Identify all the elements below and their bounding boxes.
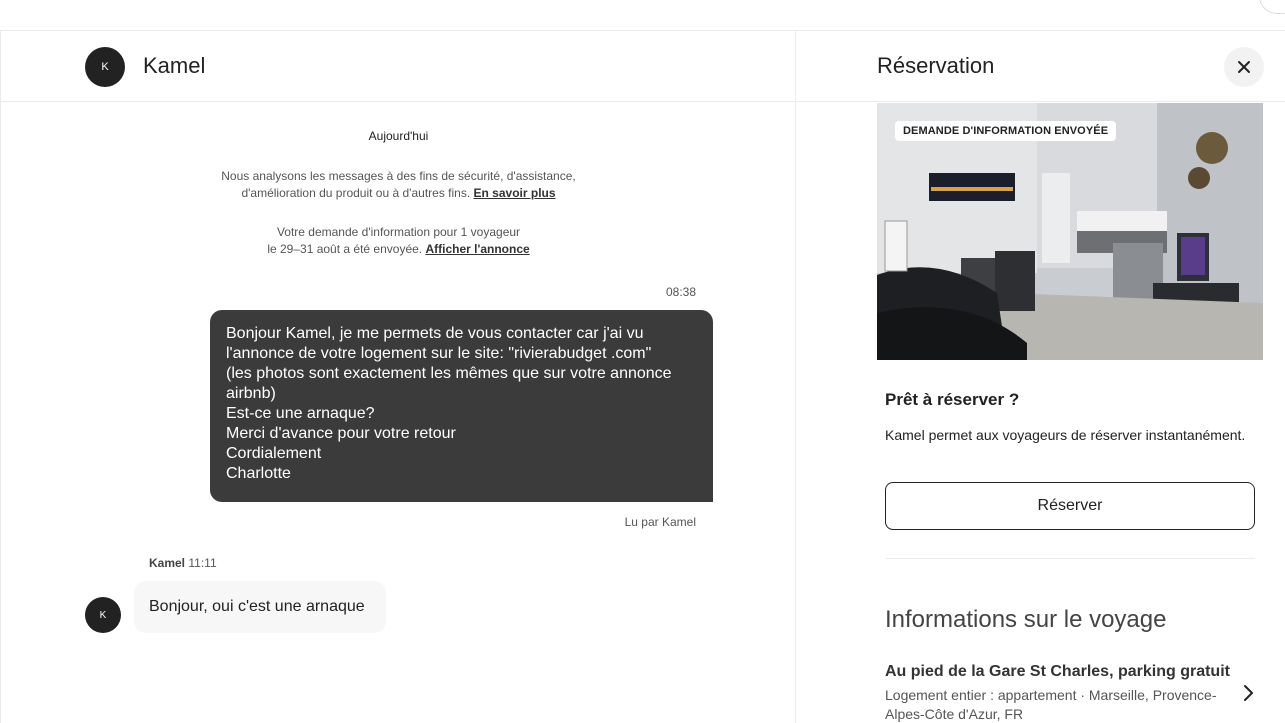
listing-photo[interactable]: DEMANDE D'INFORMATION ENVOYÉE bbox=[877, 103, 1263, 360]
day-separator: Aujourd'hui bbox=[368, 129, 429, 143]
request-notice-line1: Votre demande d'information pour 1 voyag… bbox=[276, 225, 521, 239]
account-menu-edge[interactable] bbox=[1259, 0, 1285, 14]
listing-subtitle: Logement entier : appartement · Marseill… bbox=[885, 687, 1217, 722]
close-button[interactable] bbox=[1224, 47, 1264, 87]
trip-info-title: Informations sur le voyage bbox=[885, 606, 1167, 633]
privacy-notice: Nous analysons les messages à des fins d… bbox=[1, 168, 796, 202]
sender-avatar[interactable]: K bbox=[85, 597, 121, 633]
conversation-header: K Kamel bbox=[1, 31, 796, 102]
privacy-notice-text: d'amélioration du produit ou à d'autres … bbox=[241, 186, 471, 200]
sender-avatar-initial: K bbox=[99, 609, 107, 621]
outgoing-message-time: 08:38 bbox=[665, 285, 696, 299]
request-notice-text: le 29–31 août a été envoyée. bbox=[267, 242, 423, 256]
avatar[interactable]: K bbox=[85, 47, 125, 87]
top-bar bbox=[0, 0, 1285, 31]
view-listing-link[interactable]: Afficher l'annonce bbox=[425, 242, 529, 256]
outgoing-message-bubble: Bonjour Kamel, je me permets de vous con… bbox=[210, 310, 713, 502]
apartment-interior-image bbox=[877, 103, 1263, 360]
conversation-pane: K Kamel Aujourd'hui Nous analysons les m… bbox=[0, 31, 796, 723]
incoming-message-bubble: Bonjour, oui c'est une arnaque bbox=[134, 581, 386, 633]
reserve-button[interactable]: Réserver bbox=[885, 482, 1255, 530]
request-notice: Votre demande d'information pour 1 voyag… bbox=[1, 224, 796, 258]
close-icon bbox=[1238, 61, 1250, 73]
chevron-right-icon bbox=[1244, 685, 1253, 701]
privacy-notice-line2: d'amélioration du produit ou à d'autres … bbox=[1, 185, 796, 202]
ready-to-book-title: Prêt à réserver ? bbox=[885, 390, 1020, 409]
avatar-initial: K bbox=[101, 61, 109, 73]
contact-name: Kamel bbox=[143, 53, 206, 78]
listing-title[interactable]: Au pied de la Gare St Charles, parking g… bbox=[885, 663, 1230, 681]
reservation-panel: Réservation DEMANDE D'INFORMATION ENVOYÉ… bbox=[796, 31, 1285, 723]
privacy-notice-line1: Nous analysons les messages à des fins d… bbox=[221, 169, 576, 183]
instant-book-description: Kamel permet aux voyageurs de réserver i… bbox=[885, 427, 1246, 443]
incoming-message-time: 11:11 bbox=[188, 556, 217, 570]
read-receipt: Lu par Kamel bbox=[624, 515, 696, 529]
request-status-badge: DEMANDE D'INFORMATION ENVOYÉE bbox=[895, 121, 1117, 141]
listing-chevron-button[interactable] bbox=[1236, 681, 1260, 705]
incoming-message-meta: Kamel 11:11 bbox=[149, 556, 217, 570]
section-divider bbox=[885, 558, 1255, 559]
learn-more-link[interactable]: En savoir plus bbox=[474, 186, 556, 200]
incoming-sender-name: Kamel bbox=[149, 556, 186, 570]
reservation-panel-header: Réservation bbox=[796, 31, 1285, 102]
request-notice-line2: le 29–31 août a été envoyée. Afficher l'… bbox=[1, 241, 796, 258]
panel-title: Réservation bbox=[877, 53, 995, 78]
